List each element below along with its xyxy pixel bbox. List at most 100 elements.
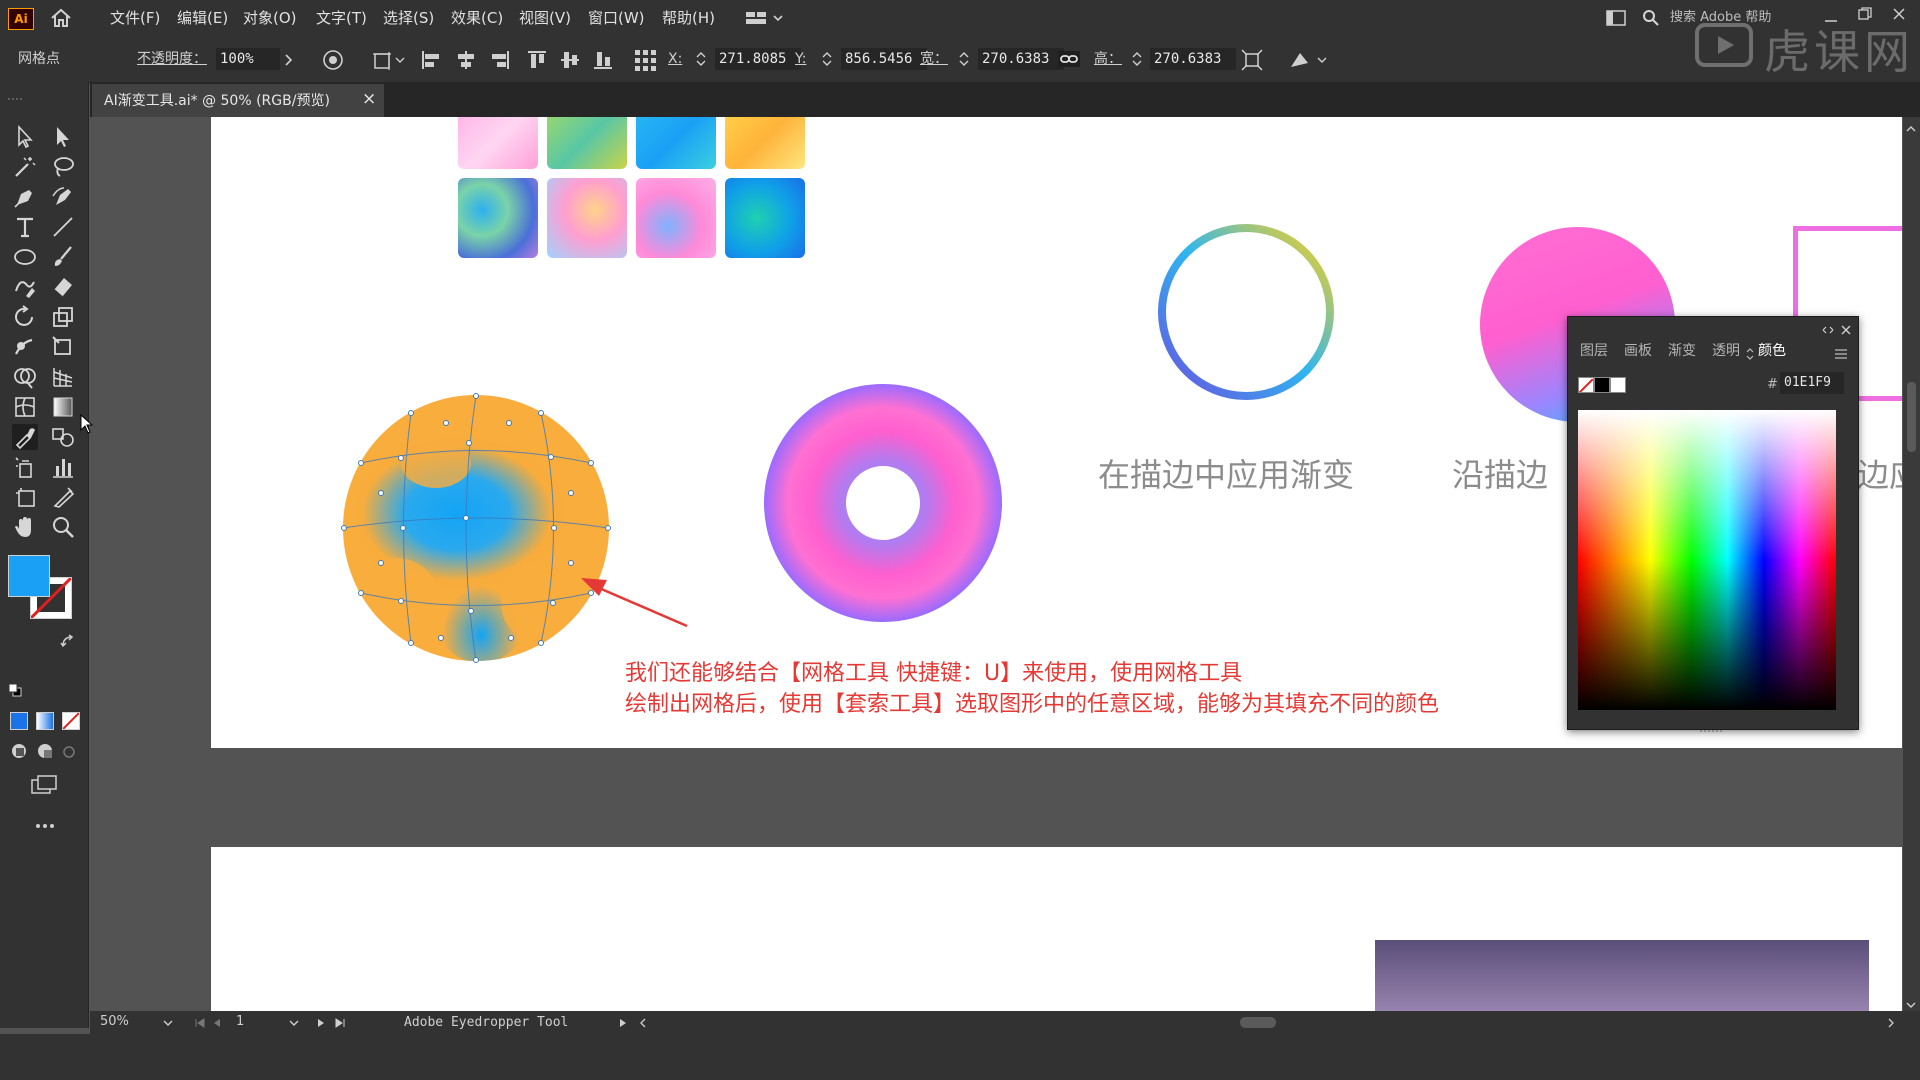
menu-view[interactable]: 视图(V) [519, 0, 571, 36]
white-color-swatch[interactable] [1610, 377, 1626, 393]
last-artboard-icon[interactable] [334, 1017, 346, 1028]
zoom-dropdown-icon[interactable] [162, 1017, 174, 1027]
shaper-tool-icon[interactable] [12, 274, 38, 300]
width-stepper-icon[interactable] [959, 50, 969, 68]
menu-edit[interactable]: 编辑(E) [177, 0, 228, 36]
line-segment-tool-icon[interactable] [50, 214, 76, 240]
warp-tool-icon[interactable] [12, 334, 38, 360]
artboard-tool-icon[interactable] [12, 484, 38, 510]
status-menu-icon[interactable] [618, 1017, 628, 1027]
default-fill-stroke-icon[interactable] [8, 682, 22, 697]
column-graph-tool-icon[interactable] [50, 454, 76, 480]
menu-object[interactable]: 对象(O) [243, 0, 297, 36]
draw-inside-icon[interactable] [62, 744, 76, 758]
panel-tab-layers[interactable]: 图层 [1580, 337, 1608, 365]
scroll-right-icon[interactable] [1886, 1017, 1896, 1028]
color-panel[interactable]: 图层 画板 渐变 透明 颜色 # 01E1F9 [1567, 316, 1859, 732]
y-field[interactable]: 856.5456 [841, 48, 927, 70]
symbol-sprayer-tool-icon[interactable] [12, 454, 38, 480]
vertical-scrollbar[interactable] [1903, 117, 1920, 1011]
vertical-scroll-thumb[interactable] [1907, 382, 1916, 452]
panel-menu-icon[interactable] [1834, 345, 1848, 359]
gradient-mode-icon[interactable] [36, 712, 54, 730]
home-icon[interactable] [50, 8, 72, 28]
black-color-swatch[interactable] [1594, 377, 1610, 393]
panel-close-icon[interactable] [1841, 320, 1851, 335]
menu-file[interactable]: 文件(F) [110, 0, 160, 36]
arrange-panels-icon[interactable] [1606, 10, 1626, 26]
align-bottom-icon[interactable] [592, 49, 614, 71]
type-tool-icon[interactable] [12, 214, 38, 240]
panel-collapse-icon[interactable] [1822, 320, 1834, 334]
scale-tool-icon[interactable] [50, 304, 76, 330]
paintbrush-tool-icon[interactable] [50, 244, 76, 270]
selection-tool-icon[interactable] [12, 124, 38, 150]
direct-selection-tool-icon[interactable] [50, 124, 76, 150]
height-stepper-icon[interactable] [1132, 50, 1142, 68]
eyedropper-tool-icon[interactable] [12, 424, 38, 450]
fill-swatch-front[interactable] [8, 555, 50, 597]
menu-type[interactable]: 文字(T) [316, 0, 367, 36]
first-artboard-icon[interactable] [194, 1017, 206, 1028]
scroll-up-icon[interactable] [1906, 119, 1916, 132]
panel-resize-grip[interactable] [1700, 718, 1724, 732]
panel-tab-transparency[interactable]: 透明 [1712, 337, 1740, 365]
menu-help[interactable]: 帮助(H) [662, 0, 715, 36]
puppet-warp-icon[interactable] [1288, 49, 1330, 71]
constrain-proportions-link-icon[interactable] [1058, 51, 1080, 67]
pen-tool-icon[interactable] [12, 184, 38, 210]
x-field[interactable]: 271.8085 [715, 48, 801, 70]
x-stepper-icon[interactable] [696, 50, 706, 68]
scroll-left-icon[interactable] [638, 1017, 648, 1028]
align-left-icon[interactable] [420, 49, 442, 71]
menu-select[interactable]: 选择(S) [383, 0, 434, 36]
recolor-artwork-icon[interactable] [322, 49, 344, 71]
hex-input[interactable]: 01E1F9 [1780, 372, 1844, 394]
mesh-tool-icon[interactable] [12, 394, 38, 420]
align-vertical-center-icon[interactable] [559, 49, 581, 71]
color-spectrum[interactable] [1578, 410, 1836, 710]
align-horizontal-center-icon[interactable] [455, 49, 477, 71]
hand-tool-icon[interactable] [12, 514, 38, 540]
swap-fill-stroke-icon[interactable] [60, 634, 76, 650]
gradient-tool-icon[interactable] [50, 394, 76, 420]
scroll-down-icon[interactable] [1906, 995, 1916, 1008]
width-field[interactable]: 270.6383 [978, 48, 1064, 70]
screen-mode-icon[interactable] [30, 774, 58, 796]
artboard-2[interactable] [211, 847, 1902, 1011]
transform-icon[interactable] [372, 49, 406, 71]
slice-tool-icon[interactable] [50, 484, 76, 510]
zoom-level-field[interactable]: 50% [100, 1014, 160, 1029]
align-top-icon[interactable] [526, 49, 548, 71]
ellipse-tool-icon[interactable] [12, 244, 38, 270]
workspace-switcher-icon[interactable] [746, 10, 786, 26]
blend-tool-icon[interactable] [50, 424, 76, 450]
magic-wand-tool-icon[interactable] [12, 154, 38, 180]
chevron-right-icon[interactable] [284, 52, 294, 66]
perspective-grid-tool-icon[interactable] [50, 364, 76, 390]
curvature-tool-icon[interactable] [50, 184, 76, 210]
search-icon[interactable] [1642, 9, 1660, 27]
align-right-icon[interactable] [489, 49, 511, 71]
height-field[interactable]: 270.6383 [1150, 48, 1236, 70]
close-tab-icon[interactable]: × [362, 89, 376, 109]
y-stepper-icon[interactable] [822, 50, 832, 68]
rotate-tool-icon[interactable] [12, 304, 38, 330]
color-mode-icon[interactable] [10, 712, 28, 730]
none-color-swatch[interactable] [1578, 377, 1594, 393]
panel-tab-artboards[interactable]: 画板 [1624, 337, 1652, 365]
horizontal-scroll-thumb[interactable] [1240, 1017, 1276, 1028]
artboard-number-field[interactable]: 1 [236, 1014, 276, 1029]
previous-artboard-icon[interactable] [212, 1017, 222, 1027]
document-tab[interactable]: AI渐变工具.ai* @ 50% (RGB/预览) × [92, 84, 384, 117]
shape-builder-tool-icon[interactable] [12, 364, 38, 390]
menu-window[interactable]: 窗口(W) [588, 0, 645, 36]
more-tools-icon[interactable] [34, 815, 56, 828]
zoom-tool-icon[interactable] [50, 514, 76, 540]
free-transform-tool-icon[interactable] [50, 334, 76, 360]
panel-tab-options-icon[interactable] [1746, 345, 1754, 360]
lasso-tool-icon[interactable] [50, 154, 76, 180]
toolbar-grip-icon[interactable] [8, 86, 24, 100]
menu-effect[interactable]: 效果(C) [451, 0, 503, 36]
artboard-dropdown-icon[interactable] [288, 1017, 300, 1027]
